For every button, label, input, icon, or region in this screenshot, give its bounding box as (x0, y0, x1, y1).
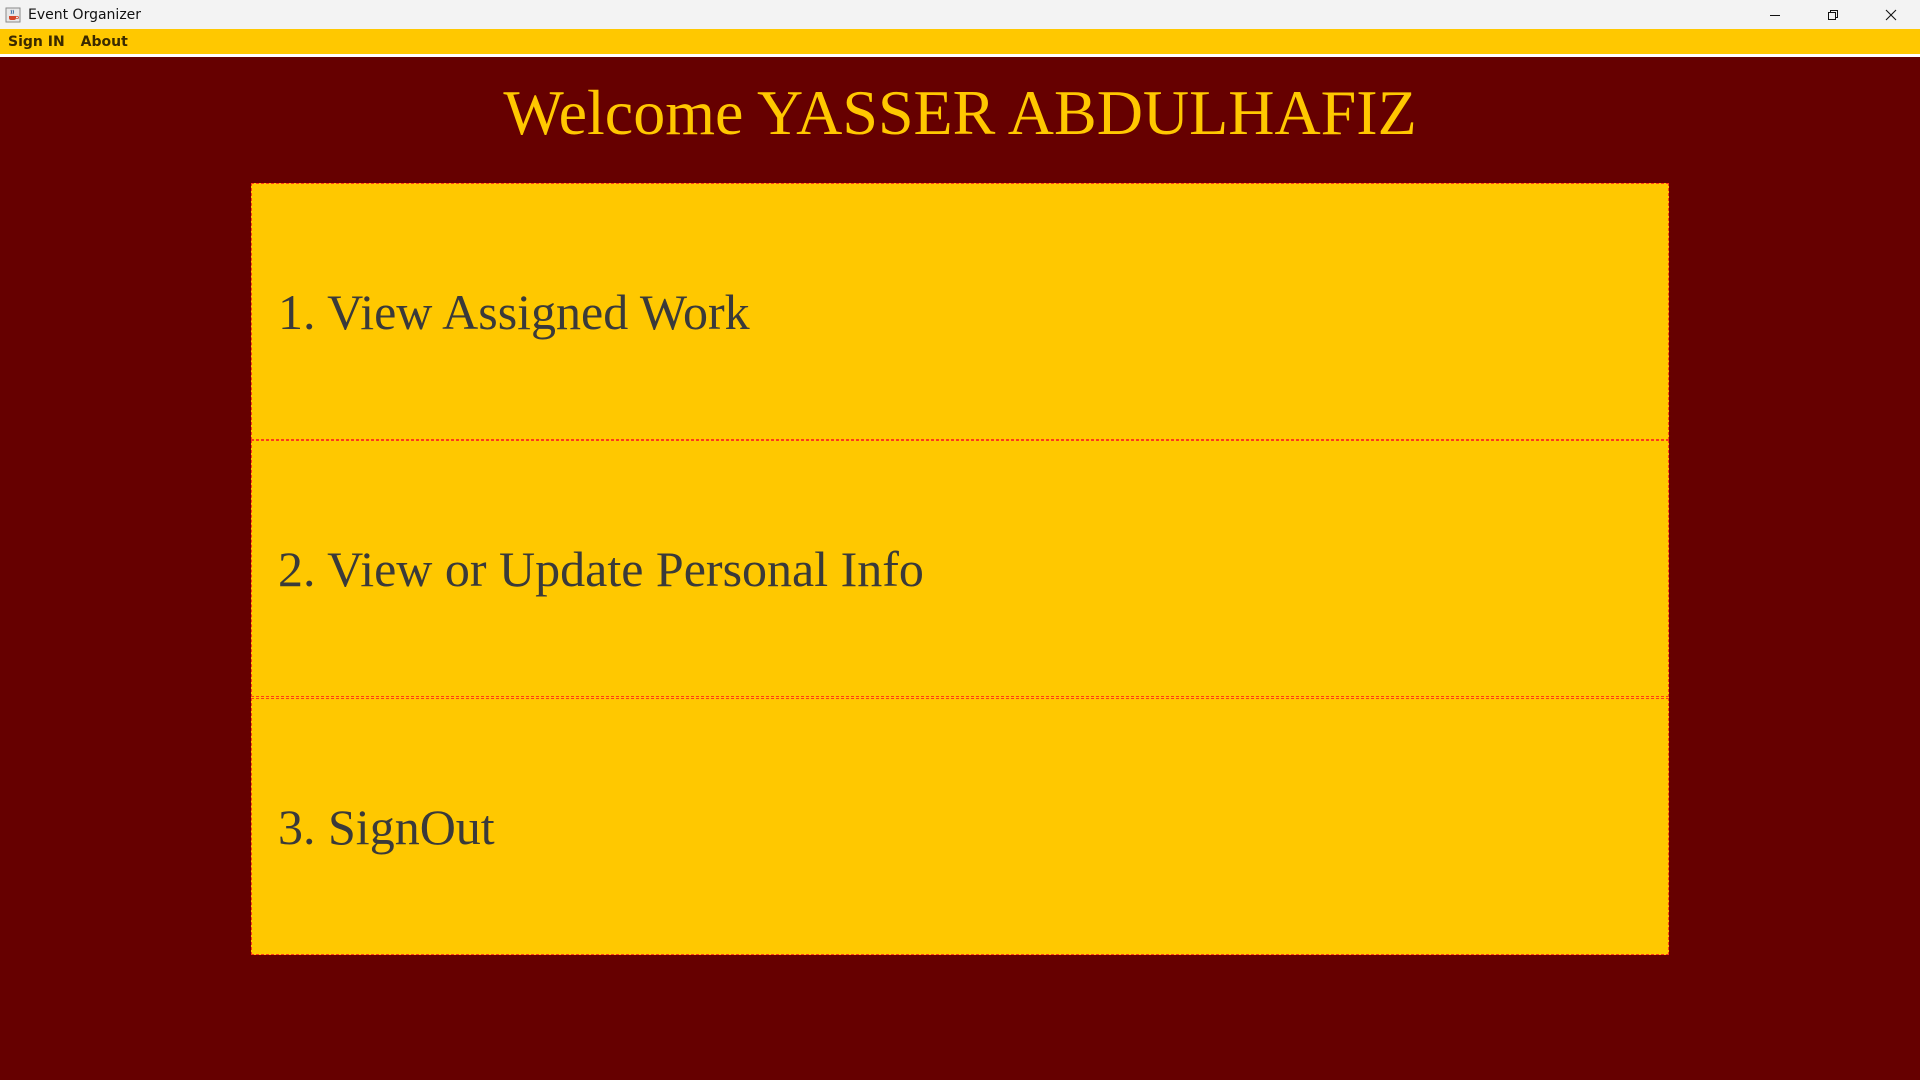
main-content: Welcome YASSER ABDULHAFIZ 1. View Assign… (0, 57, 1920, 1080)
option-view-update-personal-info[interactable]: 2. View or Update Personal Info (251, 440, 1669, 697)
menu-about[interactable]: About (73, 34, 136, 50)
menu-sign-in[interactable]: Sign IN (0, 34, 73, 50)
close-icon (1885, 9, 1897, 20)
java-cup-icon (4, 6, 22, 24)
option-view-assigned-work[interactable]: 1. View Assigned Work (251, 183, 1669, 440)
minimize-icon (1770, 14, 1780, 16)
option-sign-out[interactable]: 3. SignOut (251, 698, 1669, 955)
minimize-button[interactable] (1746, 0, 1804, 29)
close-button[interactable] (1862, 0, 1920, 29)
menu-bar: Sign IN About (0, 29, 1920, 57)
restore-button[interactable] (1804, 0, 1862, 29)
options-panel: 1. View Assigned Work 2. View or Update … (251, 183, 1669, 955)
title-bar: Event Organizer (0, 0, 1920, 29)
welcome-heading: Welcome YASSER ABDULHAFIZ (503, 77, 1417, 148)
window-controls (1746, 0, 1920, 29)
restore-icon (1828, 9, 1838, 20)
window-title: Event Organizer (28, 6, 142, 23)
